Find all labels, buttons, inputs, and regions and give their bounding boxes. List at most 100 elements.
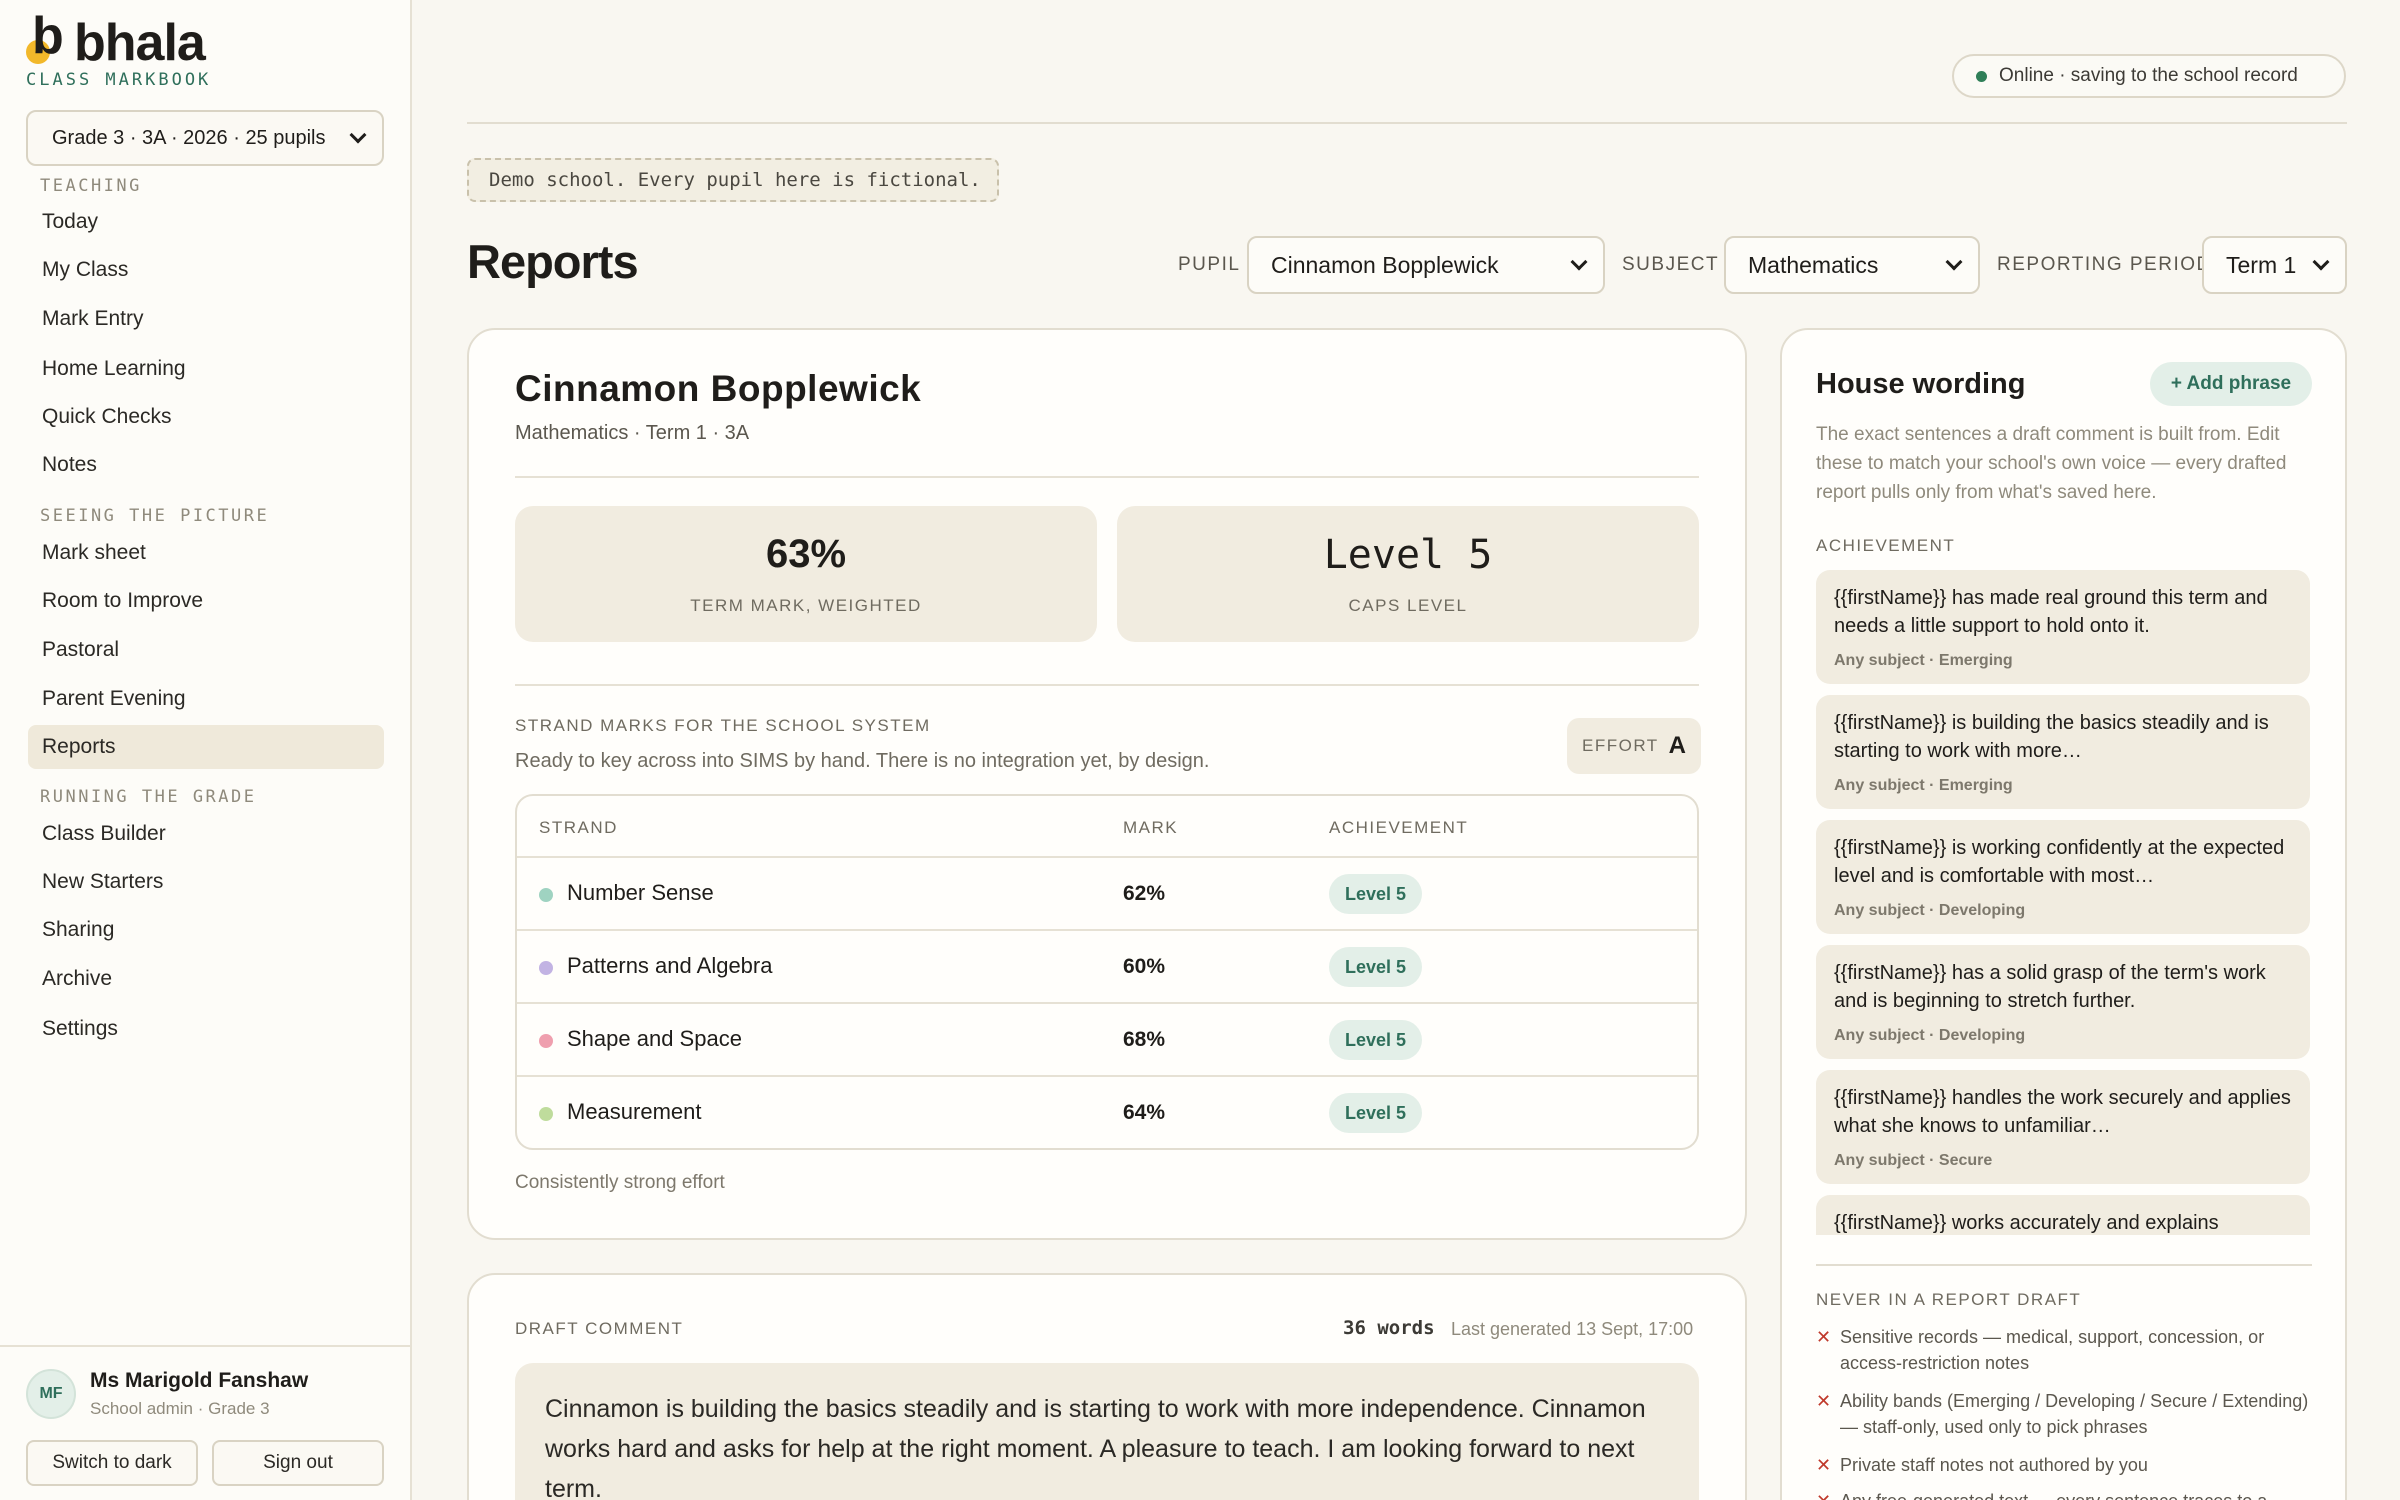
sidebar-item-today[interactable]: Today [28, 200, 384, 244]
phrase-meta: Any subject · Emerging [1834, 652, 2013, 669]
caps-level-stat: Level 5 CAPS LEVEL [1117, 506, 1699, 642]
pupil-name: Cinnamon Bopplewick [515, 368, 922, 409]
switch-theme-button[interactable]: Switch to dark [26, 1440, 198, 1486]
never-list-item: ✕ Ability bands (Emerging / Developing /… [1816, 1388, 2312, 1440]
period-select[interactable]: Term 1 [2202, 236, 2347, 294]
strand-mark: 68% [1123, 1028, 1166, 1051]
table-row[interactable]: Shape and Space 68% Level 5 [517, 1004, 1697, 1077]
sign-out-button[interactable]: Sign out [212, 1440, 384, 1486]
table-row[interactable]: Patterns and Algebra 60% Level 5 [517, 931, 1697, 1004]
header-divider [467, 122, 2347, 124]
phrase-meta: Any subject · Developing [1834, 902, 2026, 919]
strand-name: Measurement [567, 1099, 702, 1124]
cross-icon: ✕ [1816, 1391, 1832, 1411]
term-mark-label: TERM MARK, WEIGHTED [690, 596, 922, 615]
sidebar-item-new-starters[interactable]: New Starters [28, 860, 384, 904]
strand-color-dot [539, 1107, 553, 1121]
strand-name: Shape and Space [567, 1026, 742, 1051]
draft-comment-text[interactable]: Cinnamon is building the basics steadily… [515, 1363, 1699, 1500]
never-item-text: Ability bands (Emerging / Developing / S… [1840, 1391, 2309, 1437]
phrase-text: {{firstName}} works accurately and expla… [1834, 1212, 2219, 1234]
table-row[interactable]: Measurement 64% Level 5 [517, 1077, 1697, 1148]
sidebar-item-mark-sheet[interactable]: Mark sheet [28, 531, 384, 575]
connection-status: Online · saving to the school record [1952, 54, 2346, 98]
strand-mark: 62% [1123, 882, 1166, 905]
phrase-text: {{firstName}} has a solid grasp of the t… [1834, 962, 2266, 1012]
subject-filter-label: SUBJECT [1622, 254, 1720, 275]
user-name: Ms Marigold Fanshaw [90, 1369, 309, 1392]
divider [515, 476, 1699, 478]
phrase-card[interactable]: {{firstName}} is working confidently at … [1816, 820, 2310, 934]
phrase-card[interactable]: {{firstName}} has a solid grasp of the t… [1816, 945, 2310, 1059]
sidebar-item-my-class[interactable]: My Class [28, 248, 384, 292]
status-dot-icon [1976, 70, 1987, 82]
subject-select[interactable]: Mathematics [1724, 236, 1980, 294]
sidebar-item-room-to-improve[interactable]: Room to Improve [28, 579, 384, 623]
draft-comment-label: DRAFT COMMENT [515, 1319, 684, 1338]
sidebar-item-archive[interactable]: Archive [28, 957, 384, 1001]
achievement-section-label: ACHIEVEMENT [1816, 536, 1956, 555]
sidebar-item-mark-entry[interactable]: Mark Entry [28, 297, 384, 341]
pupil-select[interactable]: Cinnamon Bopplewick [1247, 236, 1605, 294]
cross-icon: ✕ [1816, 1327, 1832, 1347]
phrase-card[interactable]: {{firstName}} is building the basics ste… [1816, 695, 2310, 809]
strand-name: Number Sense [567, 880, 714, 905]
divider [1816, 1264, 2312, 1266]
sidebar-item-notes[interactable]: Notes [28, 443, 384, 487]
nav-group-seeing-the-picture: SEEING THE PICTURE [40, 506, 270, 526]
term-mark-value: 63% [765, 532, 847, 576]
chevron-down-icon [1945, 253, 1963, 271]
phrase-meta: Any subject · Secure [1834, 1152, 1993, 1169]
never-list-item: ✕ Sensitive records — medical, support, … [1816, 1324, 2312, 1376]
add-phrase-button[interactable]: + Add phrase [2150, 362, 2312, 406]
sidebar-item-sharing[interactable]: Sharing [28, 908, 384, 952]
cross-icon: ✕ [1816, 1488, 1831, 1500]
strand-marks-subtitle: Ready to key across into SIMS by hand. T… [515, 750, 1210, 772]
column-header-strand: STRAND [539, 818, 618, 837]
brand-logo[interactable]: b bhala [26, 10, 206, 70]
sidebar-item-pastoral[interactable]: Pastoral [28, 628, 384, 672]
pupil-filter-label: PUPIL [1178, 254, 1241, 275]
never-item-text: Private staff notes not authored by you [1840, 1455, 2148, 1475]
achievement-badge: Level 5 [1329, 1020, 1423, 1060]
never-list-item: ✕ Any free-generated text — every senten… [1816, 1488, 2312, 1500]
chevron-down-icon [2312, 253, 2330, 271]
last-generated: Last generated 13 Sept, 17:00 [1451, 1319, 1694, 1339]
phrase-text: {{firstName}} is working confidently at … [1834, 837, 2285, 887]
status-text: Online · saving to the school record [1999, 65, 2298, 86]
avatar[interactable]: MF [26, 1369, 76, 1419]
sidebar-item-settings[interactable]: Settings [28, 1007, 384, 1051]
phrase-meta: Any subject · Developing [1834, 1027, 2026, 1044]
report-card: Cinnamon Bopplewick Mathematics · Term 1… [467, 328, 1747, 1240]
cross-icon: ✕ [1816, 1455, 1832, 1475]
strand-color-dot [539, 888, 553, 902]
phrase-card[interactable]: {{firstName}} works accurately and expla… [1816, 1195, 2310, 1235]
never-list-item: ✕ Private staff notes not authored by yo… [1816, 1452, 2312, 1478]
never-section-label: NEVER IN A REPORT DRAFT [1816, 1290, 2082, 1309]
strand-mark: 60% [1123, 955, 1166, 978]
nav-group-running-the-grade: RUNNING THE GRADE [40, 787, 257, 807]
table-row[interactable]: Number Sense 62% Level 5 [517, 858, 1697, 931]
phrase-card[interactable]: {{firstName}} handles the work securely … [1816, 1070, 2310, 1184]
sidebar-item-reports[interactable]: Reports [28, 725, 384, 769]
effort-label: EFFORT [1581, 736, 1659, 755]
logo-letter: b [32, 7, 64, 65]
strand-marks-title: STRAND MARKS FOR THE SCHOOL SYSTEM [515, 716, 931, 735]
term-mark-stat: 63% TERM MARK, WEIGHTED [515, 506, 1097, 642]
column-header-mark: MARK [1123, 818, 1179, 837]
sidebar-item-class-builder[interactable]: Class Builder [28, 812, 384, 856]
achievement-badge: Level 5 [1329, 1093, 1423, 1133]
sidebar-item-parent-evening[interactable]: Parent Evening [28, 677, 384, 721]
brand-subtitle: CLASS MARKBOOK [26, 70, 212, 90]
sidebar-item-home-learning[interactable]: Home Learning [28, 347, 384, 391]
class-selector[interactable]: Grade 3 · 3A · 2026 · 25 pupils [26, 110, 384, 166]
pupil-select-value: Cinnamon Bopplewick [1271, 251, 1499, 278]
effort-grade: A [1668, 732, 1687, 759]
class-selector-value: Grade 3 · 3A · 2026 · 25 pupils [52, 126, 326, 149]
sidebar-item-quick-checks[interactable]: Quick Checks [28, 395, 384, 439]
phrase-card[interactable]: {{firstName}} has made real ground this … [1816, 570, 2310, 684]
never-item-text: Any free-generated text — every sentence… [1840, 1491, 2267, 1500]
word-count: 36 words [1343, 1317, 1435, 1339]
period-select-value: Term 1 [2226, 251, 2297, 278]
chevron-down-icon [349, 126, 367, 144]
